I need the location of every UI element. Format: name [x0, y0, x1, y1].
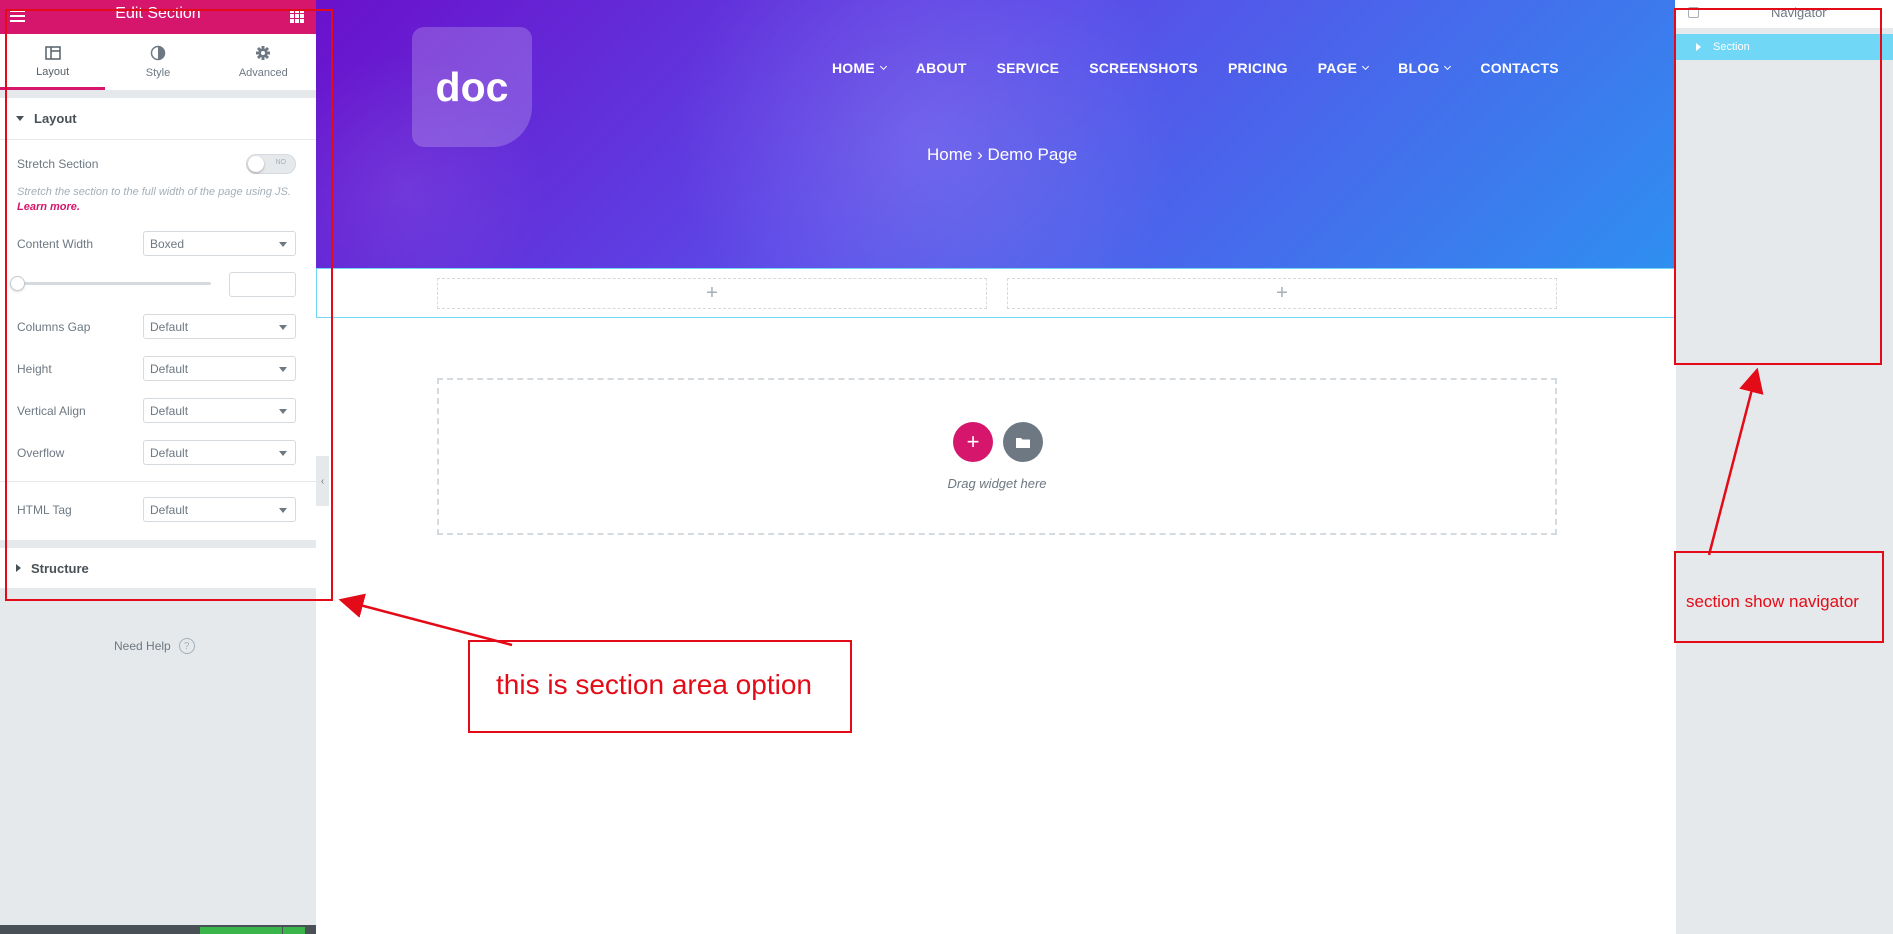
chevron-down-icon	[879, 62, 887, 71]
selected-section[interactable]: + +	[316, 268, 1675, 318]
annotation-callout-navigator: section show navigator	[1674, 551, 1884, 643]
column-placeholder[interactable]: +	[437, 278, 987, 309]
need-help-link[interactable]: Need Help ?	[114, 638, 195, 654]
nav-item-screenshots[interactable]: SCREENSHOTS	[1089, 60, 1198, 76]
nav-label: SERVICE	[996, 60, 1060, 76]
add-section-area[interactable]: + Drag widget here	[437, 378, 1557, 535]
drag-widget-hint: Drag widget here	[947, 476, 1047, 491]
nav-label: PAGE	[1317, 60, 1358, 76]
annotation-text-section: this is section area option	[496, 669, 812, 700]
nav-item-pricing[interactable]: PRICING	[1228, 60, 1288, 76]
help-icon: ?	[178, 638, 195, 654]
main-navigation: HOME ABOUT SERVICE SCREENSHOTS PRICING P…	[832, 60, 1589, 76]
nav-item-contacts[interactable]: CONTACTS	[1480, 60, 1558, 76]
chevron-down-icon	[1362, 62, 1370, 71]
nav-label: PRICING	[1227, 60, 1288, 76]
add-section-button[interactable]: +	[953, 422, 993, 462]
nav-label: BLOG	[1398, 60, 1440, 76]
hero-background-shape	[616, 0, 1236, 268]
annotation-text-navigator: section show navigator	[1686, 592, 1859, 611]
column-placeholder[interactable]: +	[1007, 278, 1557, 309]
logo-text: doc	[435, 63, 509, 110]
chevron-down-icon	[1444, 62, 1452, 71]
nav-item-home[interactable]: HOME	[832, 60, 887, 76]
nav-item-page[interactable]: PAGE	[1317, 60, 1370, 76]
nav-label: HOME	[832, 60, 875, 76]
annotation-callout-section: this is section area option	[468, 640, 852, 733]
breadcrumb: Home › Demo Page	[927, 145, 1078, 164]
nav-item-blog[interactable]: BLOG	[1398, 60, 1452, 76]
site-logo[interactable]: doc	[412, 27, 532, 147]
nav-label: ABOUT	[915, 60, 967, 76]
nav-item-service[interactable]: SERVICE	[997, 60, 1060, 76]
hero-header: doc HOME ABOUT SERVICE SCREENSHOTS PRICI…	[316, 0, 1675, 268]
panel-footer	[0, 925, 316, 934]
need-help-label: Need Help	[114, 639, 171, 653]
nav-label: CONTACTS	[1480, 60, 1559, 76]
nav-item-about[interactable]: ABOUT	[916, 60, 967, 76]
folder-icon	[1016, 437, 1030, 448]
publish-options-button[interactable]	[283, 927, 305, 934]
plus-icon: +	[966, 429, 980, 454]
annotation-box-panel	[5, 9, 333, 601]
annotation-box-navigator	[1674, 8, 1882, 365]
add-template-button[interactable]	[1003, 422, 1043, 462]
nav-label: SCREENSHOTS	[1089, 60, 1198, 76]
arrow-to-panel	[338, 593, 513, 647]
publish-button[interactable]	[200, 927, 282, 934]
add-section-buttons: +	[953, 422, 1043, 462]
